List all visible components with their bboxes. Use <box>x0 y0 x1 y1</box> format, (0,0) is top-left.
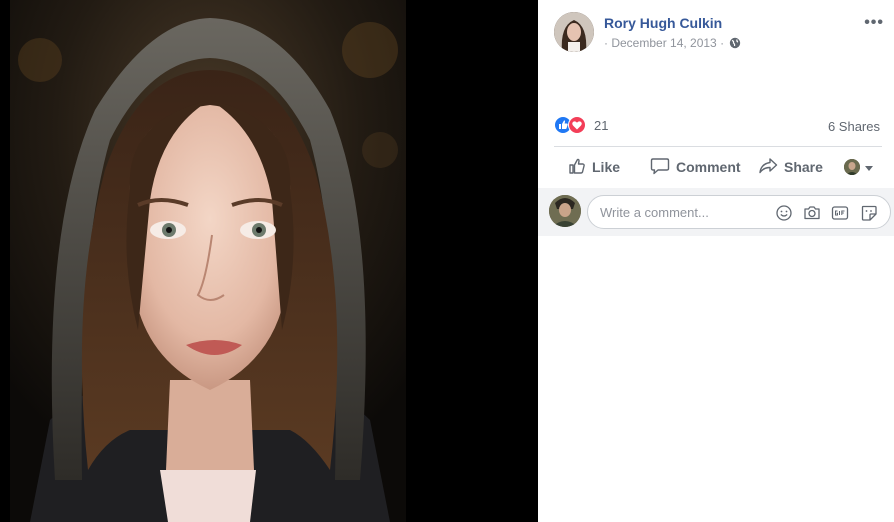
post-date-link[interactable]: · December 14, 2013 · <box>604 36 724 50</box>
camera-icon[interactable] <box>803 204 821 222</box>
reaction-count[interactable]: 21 <box>594 118 608 133</box>
share-button[interactable]: Share <box>758 150 823 184</box>
comment-label: Comment <box>676 159 741 175</box>
reaction-audience-selector[interactable] <box>844 150 874 184</box>
divider <box>554 146 882 147</box>
reaction-icons[interactable] <box>554 116 594 134</box>
like-button[interactable]: Like <box>568 150 620 184</box>
user-avatar[interactable] <box>549 195 581 227</box>
user-mini-avatar <box>844 159 860 175</box>
love-reaction-icon <box>568 116 586 134</box>
photo-theater: Rory Hugh Culkin · December 14, 2013 · •… <box>0 0 894 522</box>
post-header: Rory Hugh Culkin · December 14, 2013 · •… <box>554 12 884 52</box>
emoji-icon[interactable] <box>775 204 793 222</box>
photo-viewer <box>0 0 538 522</box>
gif-icon[interactable] <box>831 204 849 222</box>
comment-input[interactable] <box>600 203 770 221</box>
shares-count-link[interactable]: 6 Shares <box>828 119 880 134</box>
post-panel: Rory Hugh Culkin · December 14, 2013 · •… <box>538 0 894 522</box>
author-name-link[interactable]: Rory Hugh Culkin <box>604 15 722 31</box>
author-avatar[interactable] <box>554 12 594 52</box>
comment-button[interactable]: Comment <box>650 150 741 184</box>
reactions-bar: 21 6 Shares <box>554 116 880 136</box>
post-photo[interactable] <box>10 0 406 522</box>
sticker-icon[interactable] <box>860 204 878 222</box>
thumbs-up-icon <box>568 157 586 178</box>
more-options-button[interactable]: ••• <box>864 14 884 32</box>
share-arrow-icon <box>758 157 778 178</box>
portrait-illustration <box>10 0 406 522</box>
share-label: Share <box>784 159 823 175</box>
globe-icon[interactable] <box>729 37 741 52</box>
post-meta: · December 14, 2013 · <box>604 36 741 52</box>
chevron-down-icon <box>864 159 874 175</box>
comment-input-box[interactable] <box>587 195 891 229</box>
like-label: Like <box>592 159 621 175</box>
action-bar: Like Comment Share <box>554 150 884 184</box>
comment-bubble-icon <box>650 157 670 178</box>
comment-composer <box>538 188 894 236</box>
